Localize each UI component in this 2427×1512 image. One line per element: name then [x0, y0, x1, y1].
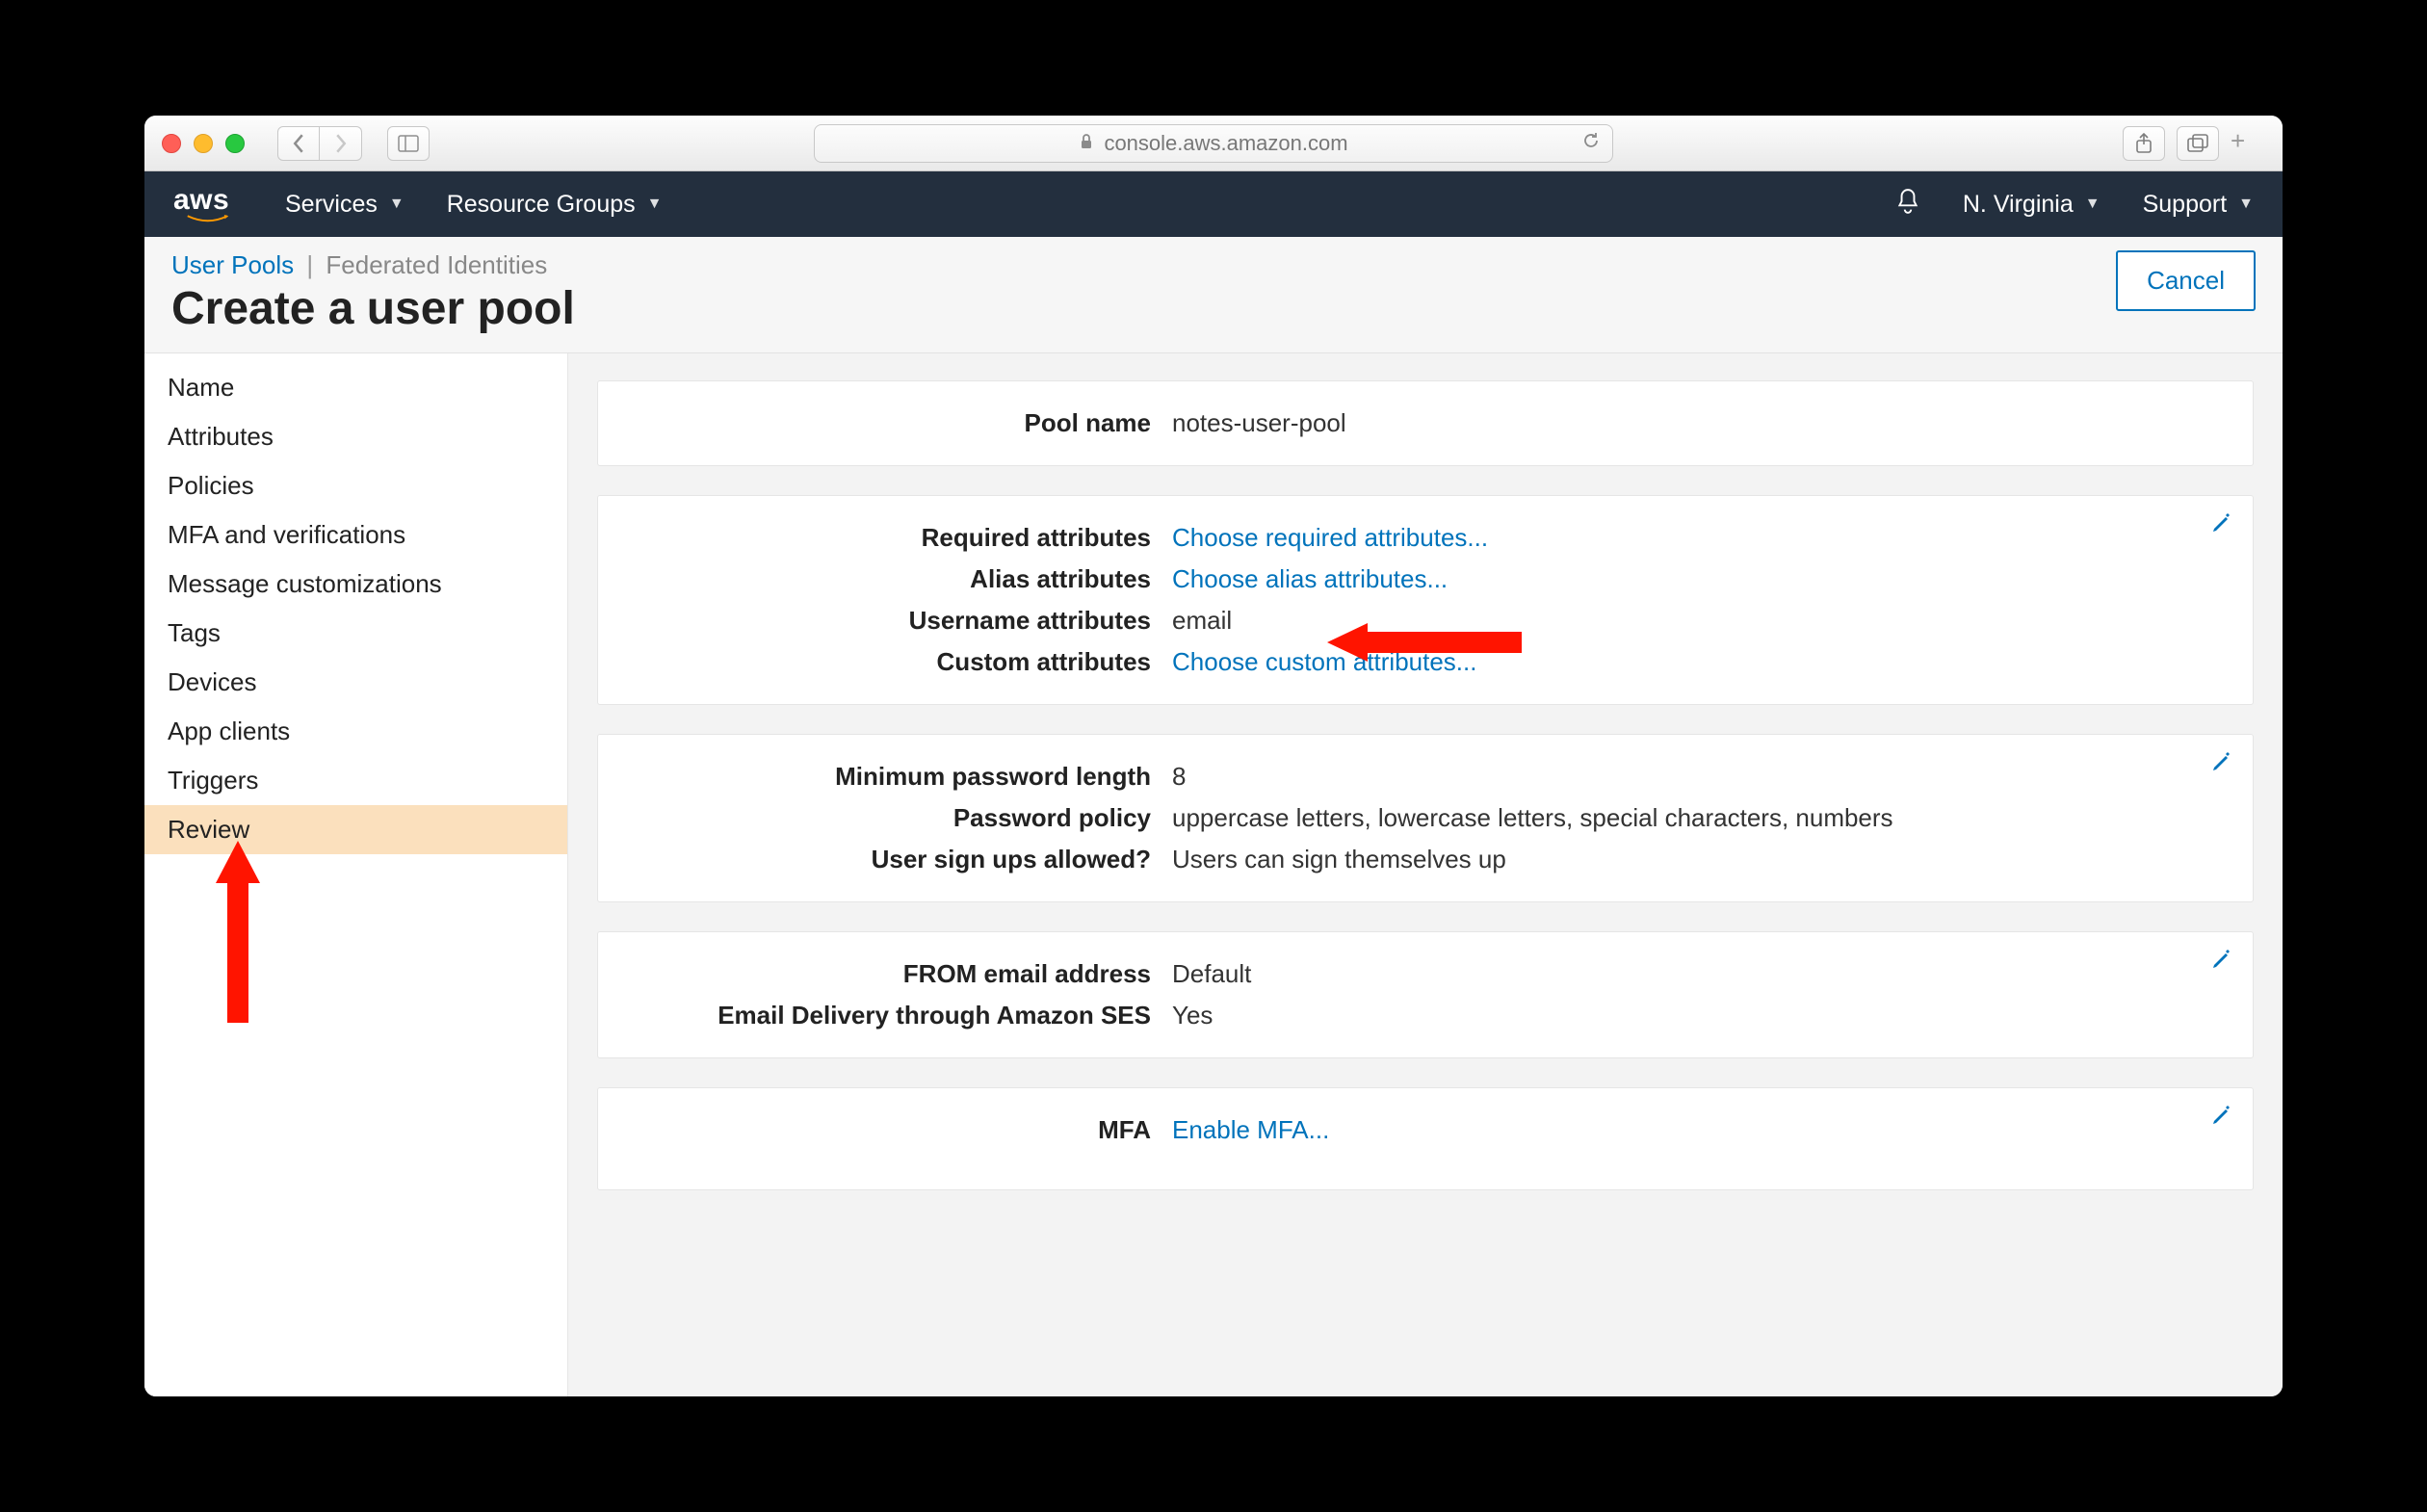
edit-pencil-icon[interactable]	[2210, 1104, 2233, 1132]
sidebar-item-messages[interactable]: Message customizations	[144, 560, 567, 609]
aws-logo[interactable]: aws	[173, 184, 243, 224]
titlebar: console.aws.amazon.com +	[144, 116, 2283, 171]
pwpolicy-value: uppercase letters, lowercase letters, sp…	[1172, 803, 1893, 833]
page-title: Create a user pool	[171, 282, 2116, 335]
card-attributes: Required attributes Choose required attr…	[597, 495, 2254, 705]
alias-attr-label: Alias attributes	[631, 564, 1151, 594]
zoom-window-button[interactable]	[225, 134, 245, 153]
address-bar[interactable]: console.aws.amazon.com	[814, 124, 1613, 163]
card-policies: Minimum password length 8 Password polic…	[597, 734, 2254, 902]
lock-icon	[1079, 131, 1094, 156]
browser-window: console.aws.amazon.com + aws Services ▼ …	[144, 116, 2283, 1396]
close-window-button[interactable]	[162, 134, 181, 153]
breadcrumb-federated[interactable]: Federated Identities	[326, 250, 547, 279]
minlen-value: 8	[1172, 762, 1186, 792]
breadcrumb-user-pools[interactable]: User Pools	[171, 250, 294, 279]
tabs-button[interactable]	[2177, 126, 2219, 161]
review-panel: Pool name notes-user-pool Required attri…	[568, 353, 2283, 1396]
wizard-sidebar: Name Attributes Policies MFA and verific…	[144, 353, 568, 1396]
edit-pencil-icon[interactable]	[2210, 511, 2233, 539]
sidebar-item-app-clients[interactable]: App clients	[144, 707, 567, 756]
reload-icon[interactable]	[1581, 131, 1601, 156]
ses-value: Yes	[1172, 1001, 1213, 1030]
minlen-label: Minimum password length	[631, 762, 1151, 792]
cancel-button[interactable]: Cancel	[2116, 250, 2256, 311]
username-attr-label: Username attributes	[631, 606, 1151, 636]
nav-support-label: Support	[2143, 191, 2228, 219]
share-button[interactable]	[2123, 126, 2165, 161]
aws-top-nav: aws Services ▼ Resource Groups ▼ N. Virg…	[144, 171, 2283, 237]
card-email: FROM email address Default Email Deliver…	[597, 931, 2254, 1058]
window-controls	[162, 134, 245, 153]
url-host: console.aws.amazon.com	[1104, 131, 1347, 156]
chevron-down-icon: ▼	[2238, 196, 2254, 213]
nav-region[interactable]: N. Virginia ▼	[1963, 191, 2101, 219]
edit-pencil-icon[interactable]	[2210, 948, 2233, 976]
card-mfa: MFA Enable MFA...	[597, 1087, 2254, 1190]
custom-attr-link[interactable]: Choose custom attributes...	[1172, 647, 1476, 676]
nav-resource-groups-label: Resource Groups	[447, 191, 636, 219]
minimize-window-button[interactable]	[194, 134, 213, 153]
back-button[interactable]	[277, 126, 320, 161]
required-attr-link[interactable]: Choose required attributes...	[1172, 523, 1488, 552]
custom-attr-label: Custom attributes	[631, 647, 1151, 677]
sidebar-item-review[interactable]: Review	[144, 805, 567, 854]
signup-label: User sign ups allowed?	[631, 845, 1151, 874]
nav-region-label: N. Virginia	[1963, 191, 2074, 219]
sidebar-item-attributes[interactable]: Attributes	[144, 412, 567, 461]
breadcrumb: User Pools | Federated Identities	[171, 250, 2116, 280]
notifications-icon[interactable]	[1895, 188, 1920, 222]
username-attr-value: email	[1172, 606, 1232, 636]
sidebar-item-devices[interactable]: Devices	[144, 658, 567, 707]
mfa-label: MFA	[631, 1115, 1151, 1145]
from-email-value: Default	[1172, 959, 1251, 989]
sidebar-item-name[interactable]: Name	[144, 363, 567, 412]
chevron-down-icon: ▼	[2085, 196, 2101, 213]
chevron-down-icon: ▼	[647, 196, 663, 213]
pool-name-value: notes-user-pool	[1172, 408, 1346, 438]
sidebar-item-triggers[interactable]: Triggers	[144, 756, 567, 805]
pool-name-label: Pool name	[631, 408, 1151, 438]
from-email-label: FROM email address	[631, 959, 1151, 989]
signup-value: Users can sign themselves up	[1172, 845, 1506, 874]
forward-button[interactable]	[320, 126, 362, 161]
sidebar-item-policies[interactable]: Policies	[144, 461, 567, 510]
chevron-down-icon: ▼	[389, 196, 404, 213]
nav-resource-groups[interactable]: Resource Groups ▼	[447, 191, 663, 219]
nav-services[interactable]: Services ▼	[285, 191, 404, 219]
nav-support[interactable]: Support ▼	[2143, 191, 2254, 219]
sidebar-toggle-button[interactable]	[387, 126, 430, 161]
nav-services-label: Services	[285, 191, 378, 219]
new-tab-button[interactable]: +	[2231, 126, 2265, 161]
sidebar-item-mfa[interactable]: MFA and verifications	[144, 510, 567, 560]
page-header: User Pools | Federated Identities Create…	[144, 237, 2283, 353]
ses-label: Email Delivery through Amazon SES	[631, 1001, 1151, 1030]
required-attr-label: Required attributes	[631, 523, 1151, 553]
sidebar-item-tags[interactable]: Tags	[144, 609, 567, 658]
edit-pencil-icon[interactable]	[2210, 750, 2233, 778]
pwpolicy-label: Password policy	[631, 803, 1151, 833]
alias-attr-link[interactable]: Choose alias attributes...	[1172, 564, 1448, 593]
mfa-link[interactable]: Enable MFA...	[1172, 1115, 1329, 1144]
card-pool-name: Pool name notes-user-pool	[597, 380, 2254, 466]
